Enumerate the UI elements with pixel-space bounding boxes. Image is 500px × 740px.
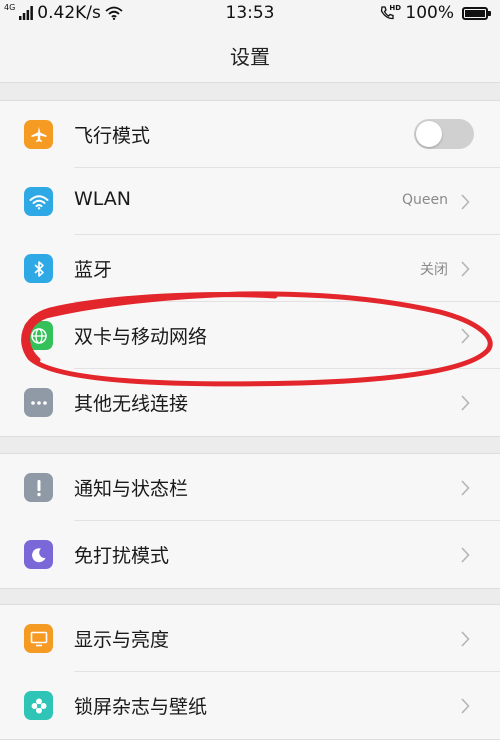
settings-section-display: 显示与亮度 锁屏杂志与壁纸 [0,604,500,740]
chevron-right-icon [461,194,470,210]
battery-icon [462,6,491,20]
settings-row-label: 锁屏杂志与壁纸 [74,696,208,718]
airplane-mode-toggle[interactable] [414,119,474,149]
settings-section-connectivity: 飞行模式 WLAN Queen 蓝牙 关闭 双卡与移动网络 其他无线连接 [0,100,500,437]
toggle-knob [416,121,442,147]
settings-row-label: 通知与状态栏 [74,478,189,500]
chevron-right-icon [461,547,470,563]
settings-section-notifications: 通知与状态栏 免打扰模式 [0,453,500,589]
settings-row-label: 双卡与移动网络 [74,326,208,348]
settings-row-label: WLAN [74,188,132,210]
moon-icon [24,540,53,569]
bluetooth-icon [24,254,53,283]
chevron-right-icon [461,328,470,344]
settings-row-label: 免打扰模式 [74,545,170,567]
globe-icon [24,321,53,350]
status-right: HD 100% [379,3,491,23]
battery-percent: 100% [405,3,454,23]
chevron-right-icon [461,631,470,647]
flower-icon [24,691,53,720]
settings-row-do-not-disturb[interactable]: 免打扰模式 [0,521,500,588]
title-bar: 设置 [0,28,500,83]
more-dots-icon [24,388,53,417]
page-title: 设置 [230,45,270,69]
settings-row-airplane[interactable]: 飞行模式 [0,101,500,168]
hd-call-icon: HD [379,4,402,21]
chevron-right-icon [461,395,470,411]
settings-row-lockscreen[interactable]: 锁屏杂志与壁纸 [0,672,500,739]
airplane-icon [24,120,53,149]
settings-row-dual-sim[interactable]: 双卡与移动网络 [0,302,500,369]
status-bar: 4G 0.42K/s 13:53 HD 100% [0,0,500,28]
bluetooth-status: 关闭 [420,262,448,278]
wlan-network-name: Queen [402,192,448,208]
settings-row-label: 其他无线连接 [74,393,189,415]
hd-tag: HD [389,4,402,12]
settings-row-bluetooth[interactable]: 蓝牙 关闭 [0,235,500,302]
exclamation-icon [24,473,53,502]
chevron-right-icon [461,480,470,496]
wifi-icon [24,187,53,216]
settings-row-wlan[interactable]: WLAN Queen [0,168,500,235]
settings-row-notifications[interactable]: 通知与状态栏 [0,454,500,521]
chevron-right-icon [461,261,470,277]
settings-row-label: 显示与亮度 [74,629,170,651]
chevron-right-icon [461,698,470,714]
settings-row-other-wireless[interactable]: 其他无线连接 [0,369,500,436]
settings-row-display[interactable]: 显示与亮度 [0,605,500,672]
settings-row-label: 蓝牙 [74,259,113,281]
monitor-icon [24,624,53,653]
battery-level [465,9,485,17]
settings-row-label: 飞行模式 [74,125,151,147]
